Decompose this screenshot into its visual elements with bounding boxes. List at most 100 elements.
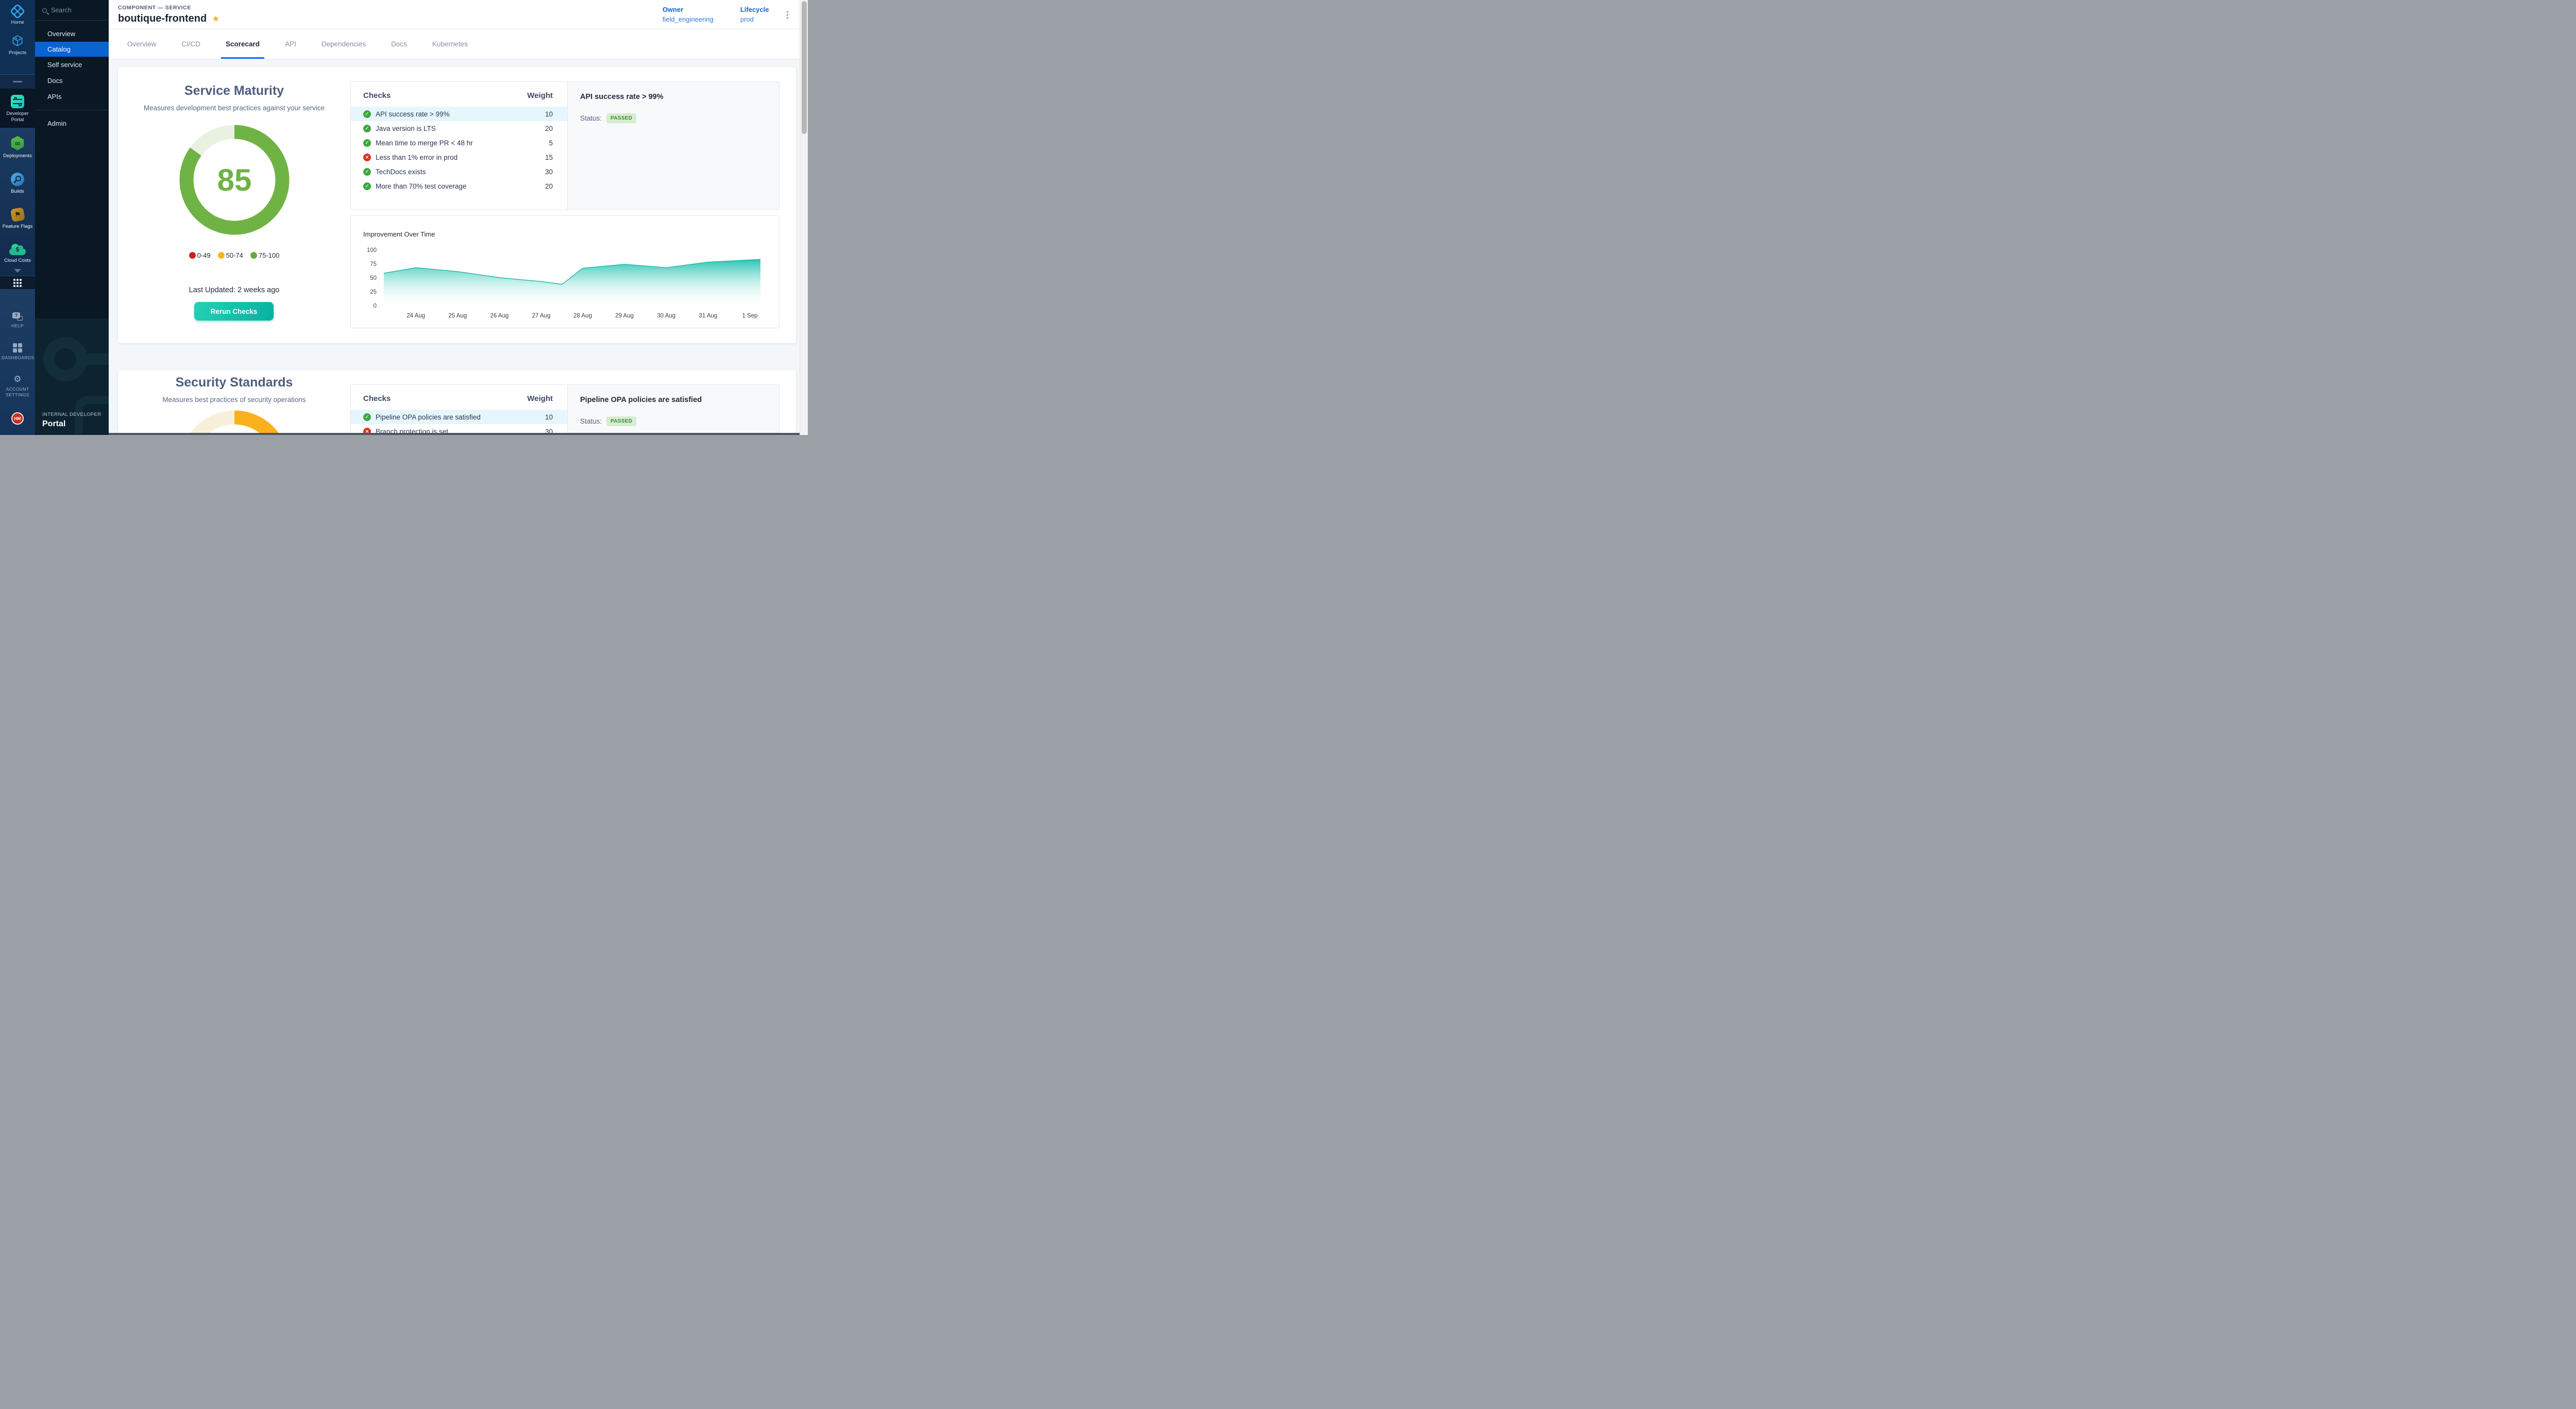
module-switcher-row[interactable] — [0, 276, 35, 290]
check-row-java-lts[interactable]: ✓ Java version is LTS 20 — [351, 121, 567, 136]
sidebar-item-feature-flags[interactable]: ⚑ Feature Flags — [3, 208, 33, 230]
sidebar-item-catalog[interactable]: Catalog — [35, 42, 109, 57]
y-tick-25: 25 — [359, 289, 377, 295]
checks-table: Checks Weight ✓ Pipeline OPA policies ar… — [351, 385, 567, 435]
sidebar-item-developer-portal[interactable]: Developer Portal — [0, 95, 35, 124]
rail-modules-section: ∞ Deployments Builds ⚑ Feature Flags $ C… — [0, 128, 35, 276]
donut-ring — [178, 409, 291, 435]
lifecycle-block[interactable]: Lifecycle prod — [740, 6, 769, 23]
tab-overview[interactable]: Overview — [127, 29, 156, 59]
improvement-chart-panel: Improvement Over Time 100 75 50 25 0 — [350, 215, 779, 328]
sidebar-item-docs[interactable]: Docs — [35, 73, 109, 89]
check-passed-icon: ✓ — [363, 110, 371, 118]
check-row-api-success[interactable]: ✓ API success rate > 99% 10 — [351, 107, 567, 121]
legend-dot-green — [250, 252, 257, 259]
tab-cicd[interactable]: CI/CD — [181, 29, 200, 59]
check-row-test-coverage[interactable]: ✓ More than 70% test coverage 20 — [351, 179, 567, 193]
favorite-star-icon[interactable]: ★ — [212, 14, 219, 24]
avatar[interactable]: HM — [11, 412, 24, 425]
owner-block[interactable]: Owner field_engineering — [663, 6, 714, 23]
builds-label: Builds — [11, 189, 24, 195]
check-row-merge-pr[interactable]: ✓ Mean time to merge PR < 48 hr 5 — [351, 136, 567, 150]
entity-tabs: Overview CI/CD Scorecard API Dependencie… — [109, 29, 800, 59]
rerun-checks-button[interactable]: Rerun Checks — [194, 302, 274, 321]
brand-kicker: INTERNAL DEVELOPER — [42, 412, 101, 417]
check-row-techdocs[interactable]: ✓ TechDocs exists 30 — [351, 164, 567, 179]
owner-label: Owner — [663, 6, 714, 13]
sidebar-item-account-settings[interactable]: ⚙ ACCOUNT SETTINGS — [2, 375, 33, 398]
status-label: Status: — [580, 417, 602, 425]
weight-column-header: Weight — [527, 91, 553, 100]
owner-value[interactable]: field_engineering — [663, 15, 714, 23]
check-detail-panel: Pipeline OPA policies are satisfied Stat… — [567, 385, 779, 435]
sidebar-item-cloud-costs[interactable]: $ Cloud Costs — [4, 244, 31, 264]
scrollbar-thumb[interactable] — [802, 1, 807, 134]
rail-collapse-handle[interactable] — [0, 75, 35, 89]
sidebar-item-overview[interactable]: Overview — [35, 26, 109, 42]
service-maturity-card: Service Maturity Measures development be… — [118, 67, 796, 343]
legend-item-high: 75-100 — [250, 251, 279, 259]
sidebar-item-builds[interactable]: Builds — [11, 173, 24, 195]
check-detail-title: API success rate > 99% — [580, 93, 767, 101]
sidebar-item-projects[interactable]: Projects — [0, 34, 35, 56]
lifecycle-value[interactable]: prod — [740, 15, 769, 23]
scorecard-scroll-area: Service Maturity Measures development be… — [109, 59, 800, 435]
chevron-down-icon[interactable] — [14, 269, 21, 273]
security-donut-chart — [178, 409, 291, 435]
checks-column-header: Checks — [363, 394, 391, 403]
tab-kubernetes[interactable]: Kubernetes — [432, 29, 468, 59]
page-title: boutique-frontend — [118, 13, 207, 25]
collapse-dash-icon — [13, 81, 22, 82]
tab-scorecard[interactable]: Scorecard — [226, 29, 260, 59]
tab-api[interactable]: API — [285, 29, 296, 59]
check-row-error-prod[interactable]: × Less than 1% error in prod 15 — [351, 150, 567, 164]
check-passed-icon: ✓ — [363, 413, 371, 421]
status-badge: PASSED — [606, 416, 636, 426]
y-tick-100: 100 — [359, 247, 377, 254]
search-label: Search — [51, 7, 72, 14]
check-detail-title: Pipeline OPA policies are satisfied — [580, 396, 767, 404]
cloud-dollar-icon: $ — [9, 244, 26, 255]
scrollbar[interactable] — [800, 0, 808, 435]
page-header: COMPONENT — SERVICE boutique-frontend ★ … — [109, 0, 800, 29]
sidebar-item-help[interactable]: ? HELP — [11, 312, 24, 329]
more-options-button[interactable] — [785, 9, 791, 21]
builds-magnifier-icon — [11, 173, 24, 186]
brand: INTERNAL DEVELOPER Portal — [42, 412, 101, 429]
chart-title: Improvement Over Time — [363, 230, 435, 238]
tab-dependencies[interactable]: Dependencies — [321, 29, 366, 59]
tab-docs[interactable]: Docs — [391, 29, 407, 59]
scorecard-title: Service Maturity — [118, 83, 350, 98]
y-tick-50: 50 — [359, 275, 377, 281]
cloud-costs-label: Cloud Costs — [4, 258, 31, 264]
sidebar-item-admin[interactable]: Admin — [35, 115, 109, 131]
home-label: Home — [11, 20, 24, 26]
sidebar-item-deployments[interactable]: ∞ Deployments — [3, 136, 31, 159]
help-label: HELP — [11, 323, 24, 329]
score-legend: 0-49 50-74 75-100 — [118, 251, 350, 259]
account-settings-label: ACCOUNT SETTINGS — [2, 387, 33, 398]
infinity-hexagon-icon: ∞ — [10, 136, 25, 150]
check-detail-panel: API success rate > 99% Status: PASSED — [567, 82, 779, 209]
maturity-checks-panel: Checks Weight ✓ API success rate > 99% 1… — [350, 81, 779, 210]
sidebar-search[interactable]: Search — [35, 0, 109, 20]
sidebar-item-apis[interactable]: APIs — [35, 89, 109, 105]
rail-primary-section: Home Projects — [0, 0, 35, 75]
last-updated-text: Last Updated: 2 weeks ago — [118, 286, 350, 294]
scorecard-title: Security Standards — [118, 375, 350, 390]
sidebar-item-dashboards[interactable]: DASHBOARDS — [2, 343, 33, 361]
sidebar-item-self-service[interactable]: Self service — [35, 57, 109, 73]
rail-footer-section: ? HELP DASHBOARDS ⚙ ACCOUNT SETTINGS HM — [0, 290, 35, 435]
deployments-label: Deployments — [3, 153, 31, 159]
main-content: COMPONENT — SERVICE boutique-frontend ★ … — [109, 0, 800, 435]
y-tick-75: 75 — [359, 261, 377, 267]
checks-column-header: Checks — [363, 91, 391, 100]
status-label: Status: — [580, 114, 602, 122]
security-standards-card: Security Standards Measures best practic… — [118, 370, 796, 435]
help-chat-icon: ? — [12, 312, 23, 321]
sidebar-item-home[interactable]: Home — [0, 6, 35, 26]
window-bottom-edge — [109, 433, 800, 435]
legend-dot-amber — [218, 252, 225, 259]
check-row-opa-policies[interactable]: ✓ Pipeline OPA policies are satisfied 10 — [351, 410, 567, 424]
search-icon — [42, 8, 47, 13]
